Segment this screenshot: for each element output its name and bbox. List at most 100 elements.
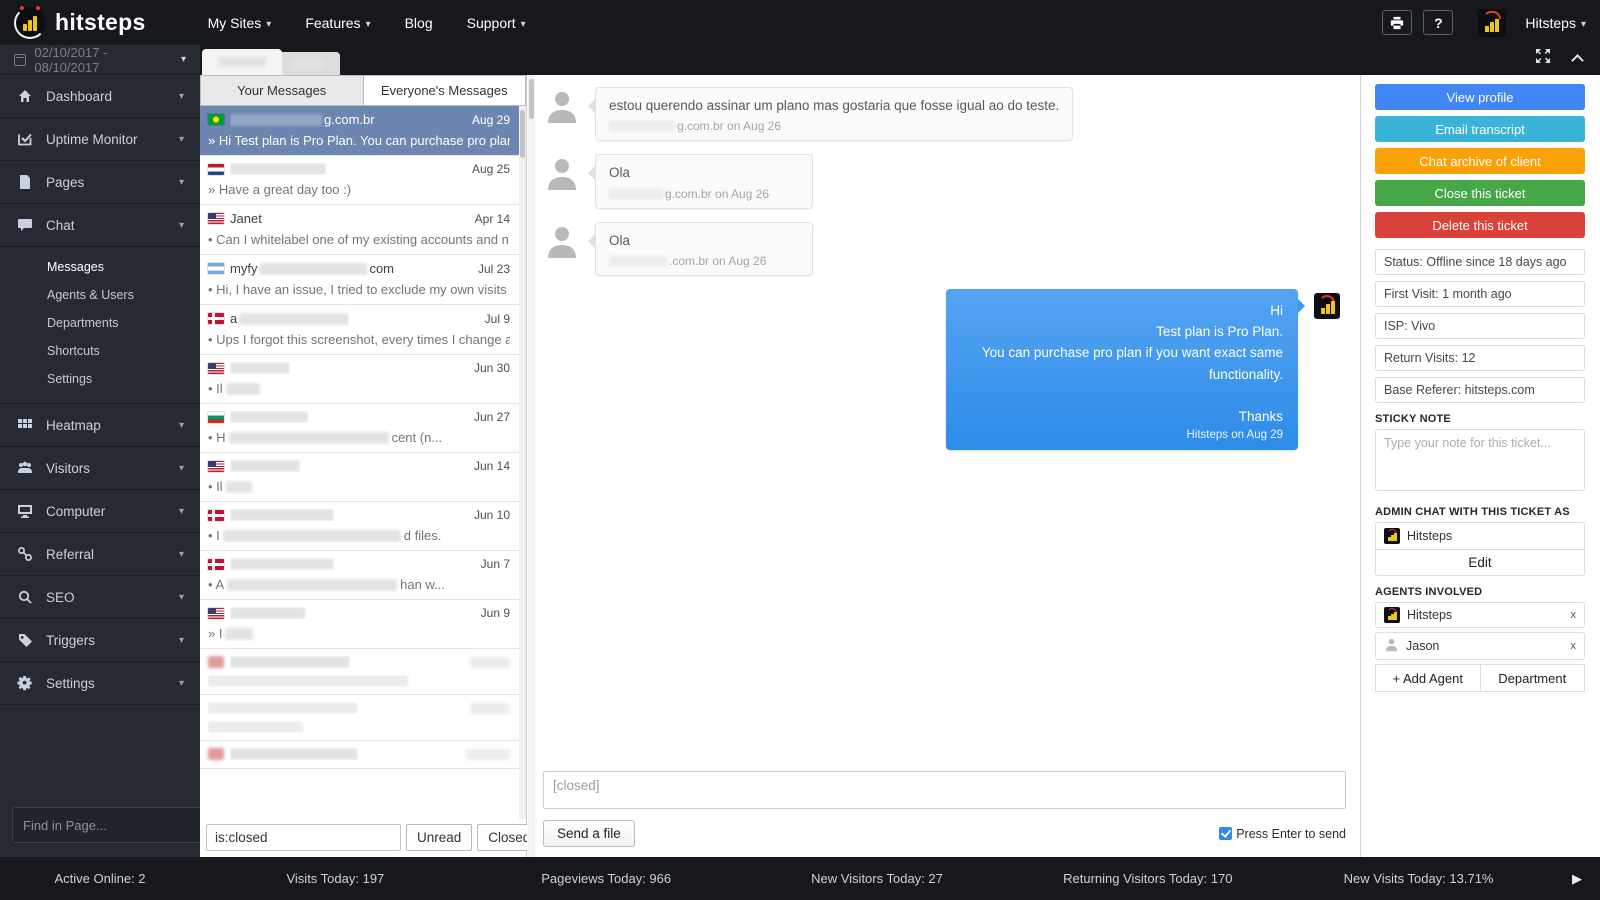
unread-filter-button[interactable]: Unread: [406, 824, 472, 851]
sidebar-item-shortcuts[interactable]: Shortcuts: [0, 337, 200, 365]
list-item[interactable]: Jun 9 » I: [200, 600, 526, 649]
list-item[interactable]: a Jul 9 • Ups I forgot this screenshot, …: [200, 305, 526, 355]
list-item-redacted[interactable]: [200, 741, 526, 769]
date-range-value: 02/10/2017 - 08/10/2017: [34, 45, 168, 75]
agent-row: Jason x: [1375, 632, 1585, 660]
nav-blog[interactable]: Blog: [405, 15, 433, 31]
email-transcript-button[interactable]: Email transcript: [1375, 116, 1585, 142]
chat-scrollbar[interactable]: [528, 75, 535, 857]
list-item[interactable]: Jun 10 • Id files.: [200, 502, 526, 551]
list-item-redacted[interactable]: [200, 649, 526, 695]
sidebar-item-chat-settings[interactable]: Settings: [0, 365, 200, 393]
sidebar-item-departments[interactable]: Departments: [0, 309, 200, 337]
admin-identity-row: Hitsteps: [1375, 522, 1585, 549]
agents-involved-label: AGENTS INVOLVED: [1375, 586, 1585, 598]
account-avatar[interactable]: [1478, 9, 1506, 37]
fullscreen-icon[interactable]: [1535, 48, 1551, 69]
sidebar-item-visitors[interactable]: Visitors▾: [0, 447, 200, 490]
list-item-redacted[interactable]: [200, 695, 526, 741]
stat-visits-today: Visits Today: 197: [200, 871, 471, 886]
chat-archive-button[interactable]: Chat archive of client: [1375, 148, 1585, 174]
list-item[interactable]: Jun 14 • Il: [200, 453, 526, 502]
remove-agent-button[interactable]: x: [1571, 640, 1577, 652]
date-range-picker[interactable]: 02/10/2017 - 08/10/2017 ▾: [0, 45, 200, 75]
list-scrollbar[interactable]: [519, 106, 526, 819]
window-tab-1[interactable]: [202, 49, 282, 75]
left-sidebar: 02/10/2017 - 08/10/2017 ▾ Dashboard▾ Upt…: [0, 45, 200, 857]
hitsteps-avatar-icon: [1314, 293, 1340, 319]
window-tab-strip: [200, 45, 1600, 75]
department-button[interactable]: Department: [1481, 664, 1586, 692]
sidebar-item-settings[interactable]: Settings▾: [0, 662, 200, 705]
sidebar-item-pages[interactable]: Pages▾: [0, 161, 200, 204]
list-item[interactable]: Janet Apr 14 • Can I whitelabel one of m…: [200, 205, 526, 255]
flag-icon: [208, 114, 224, 125]
main-nav: My Sites▾ Features▾ Blog Support▾: [208, 15, 526, 31]
sidebar-item-uptime-monitor[interactable]: Uptime Monitor▾: [0, 118, 200, 161]
hitsteps-avatar-icon: [1384, 528, 1400, 544]
agent-reply-message: Hi Test plan is Pro Plan. You can purcha…: [543, 289, 1340, 451]
sticky-note-input[interactable]: [1375, 429, 1585, 491]
sidebar-item-heatmap[interactable]: Heatmap▾: [0, 404, 200, 447]
pages-icon: [16, 174, 33, 191]
sidebar-item-agents-users[interactable]: Agents & Users: [0, 281, 200, 309]
edit-admin-button[interactable]: Edit: [1375, 549, 1585, 576]
print-button[interactable]: [1382, 10, 1412, 35]
brand[interactable]: hitsteps: [14, 7, 146, 39]
settings-gear-icon: [16, 675, 33, 692]
nav-support[interactable]: Support▾: [467, 15, 526, 31]
chevron-down-icon: ▾: [366, 19, 371, 30]
find-in-page-input[interactable]: [12, 807, 210, 843]
tab-everyones-messages[interactable]: Everyone's Messages: [364, 75, 527, 105]
list-filter-input[interactable]: [206, 824, 401, 851]
flag-icon: [208, 263, 224, 274]
sidebar-item-triggers[interactable]: Triggers▾: [0, 619, 200, 662]
visitor-avatar-icon: [543, 154, 581, 192]
base-referer: Base Referer: hitsteps.com: [1375, 377, 1585, 403]
list-item[interactable]: myfycom Jul 23 • Hi, I have an issue, I …: [200, 255, 526, 305]
chat-message-input[interactable]: [543, 771, 1346, 809]
sidebar-item-computer[interactable]: Computer▾: [0, 490, 200, 533]
flag-icon: [208, 656, 224, 668]
sidebar-item-messages[interactable]: Messages: [0, 253, 200, 281]
collapse-chevron-up-icon[interactable]: [1571, 54, 1584, 67]
nav-my-sites[interactable]: My Sites▾: [208, 15, 272, 31]
list-item[interactable]: Jun 7 • Ahan w...: [200, 551, 526, 600]
sidebar-item-seo[interactable]: SEO▾: [0, 576, 200, 619]
brand-name: hitsteps: [55, 9, 146, 36]
message-filter-tabs: Your Messages Everyone's Messages: [200, 75, 526, 106]
list-item[interactable]: g.com.br Aug 29 » Hi Test plan is Pro Pl…: [200, 106, 526, 156]
list-filter-footer: Unread Closed: [200, 819, 526, 857]
close-ticket-button[interactable]: Close this ticket: [1375, 180, 1585, 206]
list-item[interactable]: Aug 25 » Have a great day too :): [200, 156, 526, 205]
view-profile-button[interactable]: View profile: [1375, 84, 1585, 110]
chat-panel: estou querendo assinar um plano mas gost…: [527, 75, 1360, 857]
send-file-button[interactable]: Send a file: [543, 820, 635, 847]
visitor-avatar-icon: [543, 87, 581, 125]
sidebar-item-dashboard[interactable]: Dashboard▾: [0, 75, 200, 118]
add-agent-button[interactable]: + Add Agent: [1375, 664, 1481, 692]
press-enter-checkbox[interactable]: [1219, 827, 1232, 840]
delete-ticket-button[interactable]: Delete this ticket: [1375, 212, 1585, 238]
list-item[interactable]: Jun 27 • Hcent (n...: [200, 404, 526, 453]
flag-icon: [208, 510, 224, 521]
nav-features[interactable]: Features▾: [305, 15, 370, 31]
remove-agent-button[interactable]: x: [1571, 609, 1577, 621]
list-item[interactable]: Jun 30 • Il: [200, 355, 526, 404]
visitors-icon: [16, 460, 33, 477]
message-list-panel: Your Messages Everyone's Messages g.com.…: [200, 75, 527, 857]
printer-icon: [1390, 16, 1404, 30]
sidebar-item-chat[interactable]: Chat▾: [0, 204, 200, 247]
window-tab-2[interactable]: [278, 52, 340, 75]
help-button[interactable]: ?: [1423, 10, 1453, 35]
top-navbar: hitsteps My Sites▾ Features▾ Blog Suppor…: [0, 0, 1600, 45]
triggers-tag-icon: [16, 632, 33, 649]
app: hitsteps My Sites▾ Features▾ Blog Suppor…: [0, 0, 1600, 900]
sidebar-item-referral[interactable]: Referral▾: [0, 533, 200, 576]
stat-returning-visitors-today: Returning Visitors Today: 170: [1012, 871, 1283, 886]
computer-icon: [16, 503, 33, 520]
play-icon[interactable]: ▶: [1554, 871, 1600, 887]
account-menu[interactable]: Hitsteps▾: [1525, 15, 1586, 31]
visitor-status: Status: Offline since 18 days ago: [1375, 249, 1585, 275]
tab-your-messages[interactable]: Your Messages: [200, 75, 364, 105]
